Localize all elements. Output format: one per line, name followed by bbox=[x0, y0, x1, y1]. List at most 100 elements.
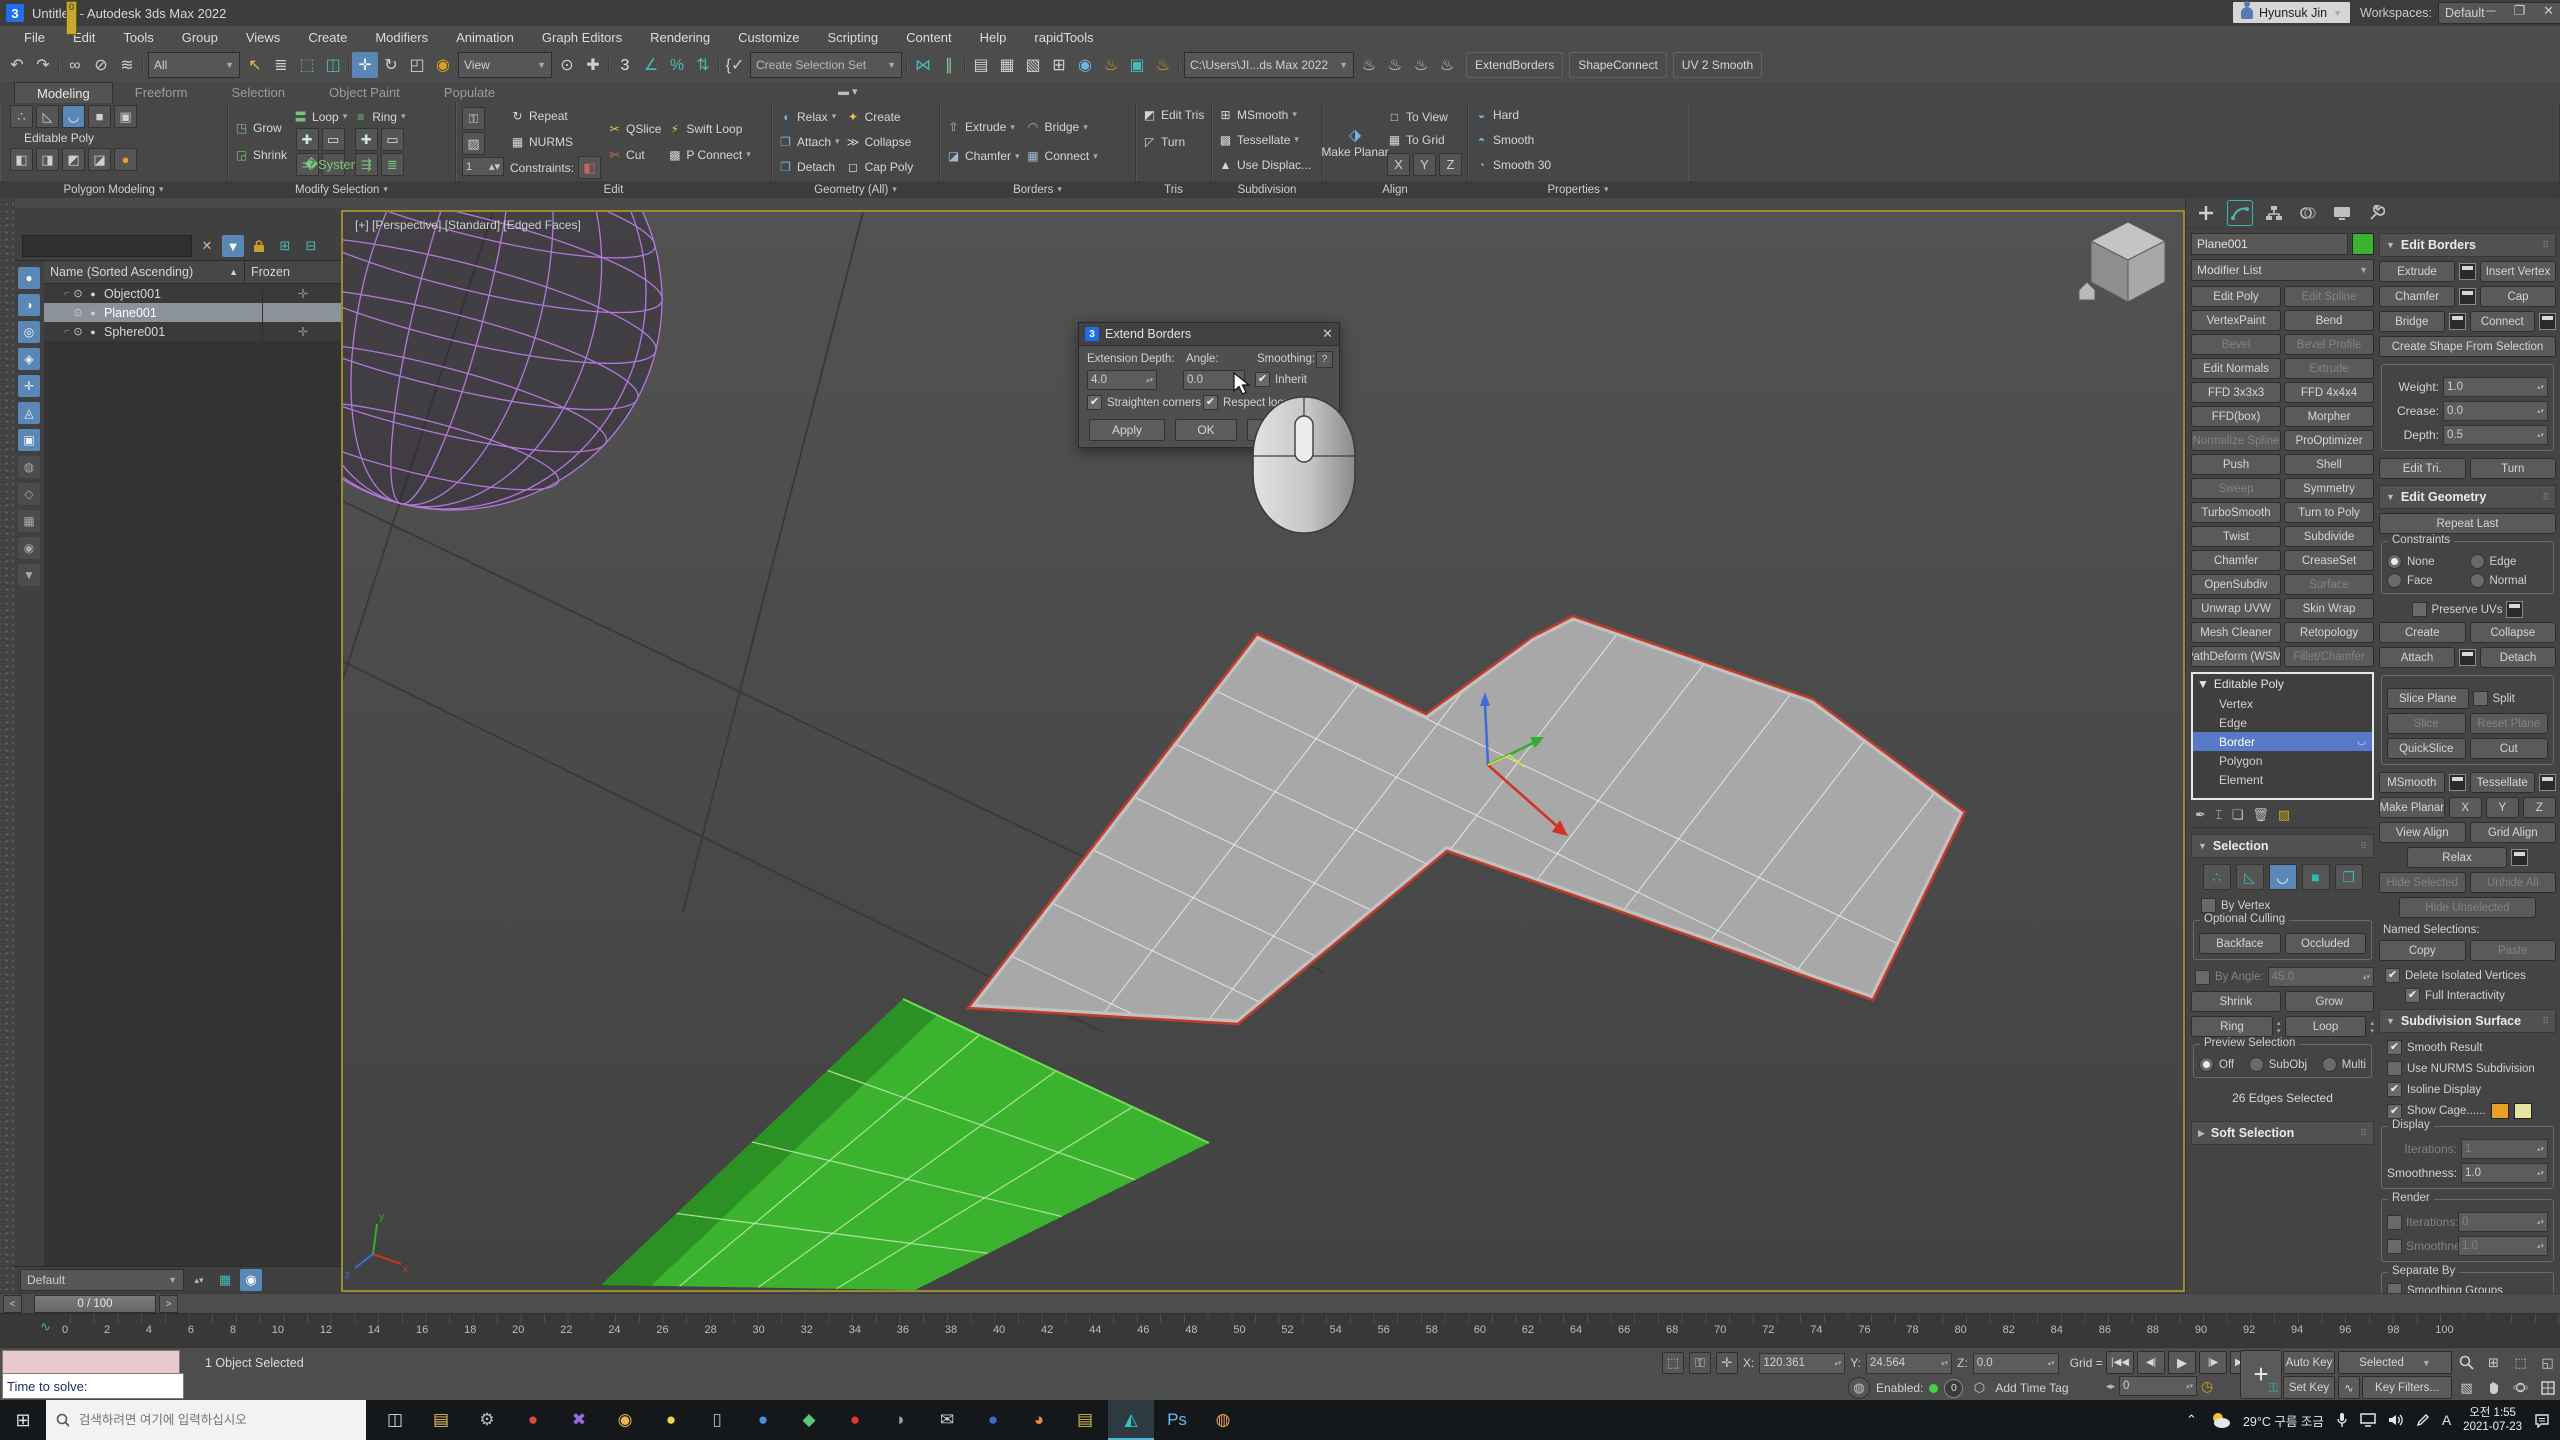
smooth-30-button[interactable]: ◔Smooth 30 bbox=[1474, 155, 1551, 174]
ribbon-tab-object-paint[interactable]: Object Paint bbox=[307, 82, 422, 102]
taskbar-icon-settings-app[interactable]: ⚙ bbox=[464, 1400, 510, 1440]
vertex-mode-icon[interactable]: ∴ bbox=[10, 105, 33, 128]
select-by-name-icon[interactable]: ≣ bbox=[268, 52, 294, 78]
maxscript-listener-tooltip[interactable]: Time to solve: bbox=[2, 1373, 184, 1399]
reset-plane-button[interactable]: Reset Plane bbox=[2470, 713, 2549, 734]
ribbon-tab-modeling[interactable]: Modeling bbox=[14, 82, 113, 103]
stack-item-border[interactable]: Border bbox=[2193, 732, 2372, 751]
viewport-label[interactable]: [+] [Perspective] [Standard] [Edged Face… bbox=[355, 218, 581, 232]
constraint-normal-radio[interactable]: Normal bbox=[2470, 573, 2549, 588]
modifier-edit-normals[interactable]: Edit Normals bbox=[2191, 358, 2281, 379]
extrude-settings-icon[interactable] bbox=[2459, 263, 2476, 280]
render-smoothness-spinner[interactable]: 1.0▴▾ bbox=[2458, 1236, 2548, 1256]
set-key-button[interactable]: Set Key bbox=[2283, 1376, 2335, 1399]
extrude-button[interactable]: ⇧Extrude▾ bbox=[946, 118, 1020, 137]
selection-region-icon[interactable]: ⬚ bbox=[1662, 1352, 1684, 1374]
shrink-button[interactable]: ◲Shrink bbox=[234, 146, 287, 165]
unhide-all-button[interactable]: Unhide All bbox=[2470, 872, 2557, 893]
modifier-ffd-3x3x3[interactable]: FFD 3x3x3 bbox=[2191, 382, 2281, 403]
crease-spinner[interactable]: 0.0▴▾ bbox=[2443, 401, 2548, 421]
microphone-icon[interactable] bbox=[2336, 1412, 2348, 1428]
select-move-icon[interactable]: ✛ bbox=[352, 52, 378, 78]
relax-settings-icon[interactable] bbox=[2511, 849, 2528, 866]
next-frame-button[interactable]: > bbox=[159, 1295, 178, 1313]
align-y-button[interactable]: Y bbox=[1413, 153, 1436, 176]
slice-plane-button[interactable]: Slice Plane bbox=[2387, 688, 2469, 709]
pm-icon-3[interactable]: ◩ bbox=[62, 148, 85, 171]
modifier-sweep[interactable]: Sweep bbox=[2191, 478, 2281, 499]
menu-file[interactable]: File bbox=[10, 26, 59, 48]
object001-green-plane[interactable] bbox=[601, 999, 1209, 1290]
previous-key-button[interactable]: ◀| bbox=[2137, 1351, 2165, 1374]
modifier-opensubdiv[interactable]: OpenSubdiv bbox=[2191, 574, 2281, 595]
modifier-creaseset[interactable]: CreaseSet bbox=[2284, 550, 2374, 571]
selection-lock-icon[interactable]: ⚿ bbox=[1689, 1352, 1711, 1374]
stack-item-edge[interactable]: Edge bbox=[2193, 713, 2372, 732]
turn-button[interactable]: Turn bbox=[2470, 458, 2557, 479]
render-smoothness-checkbox[interactable] bbox=[2387, 1239, 2402, 1254]
name-column-header[interactable]: Name (Sorted Ascending)▲ bbox=[44, 261, 245, 283]
extrude-button[interactable]: Extrude bbox=[2379, 261, 2455, 282]
bridge-button[interactable]: ◠Bridge▾ bbox=[1026, 118, 1098, 137]
filter-bones-icon[interactable]: ◇ bbox=[18, 483, 40, 505]
msmooth-button[interactable]: ⊞MSmooth▾ bbox=[1218, 105, 1297, 124]
modifier-bend[interactable]: Bend bbox=[2284, 310, 2374, 331]
modifier-mesh-cleaner[interactable]: Mesh Cleaner bbox=[2191, 622, 2281, 643]
bridge-settings-icon[interactable] bbox=[2449, 313, 2466, 330]
menu-rendering[interactable]: Rendering bbox=[636, 26, 724, 48]
ring-button[interactable]: Ring bbox=[2191, 1016, 2273, 1037]
pm-icon-2[interactable]: ◨ bbox=[36, 148, 59, 171]
polygon-subobject-icon[interactable]: ■ bbox=[2302, 864, 2330, 890]
taskbar-icon-photoshop[interactable]: Ps bbox=[1154, 1400, 1200, 1440]
extendborders-script-button[interactable]: ExtendBorders bbox=[1466, 52, 1563, 78]
frame-step-icon[interactable]: ◂▸ bbox=[2106, 1381, 2115, 1392]
shapeconnect-script-button[interactable]: ShapeConnect bbox=[1569, 52, 1666, 78]
hierarchy-tab[interactable] bbox=[2262, 201, 2286, 225]
menu-create[interactable]: Create bbox=[294, 26, 361, 48]
explorer-search-input[interactable] bbox=[22, 235, 192, 257]
start-button[interactable]: ⊞ bbox=[0, 1400, 46, 1440]
percent-snap-icon[interactable]: % bbox=[664, 53, 690, 79]
menu-views[interactable]: Views bbox=[232, 26, 294, 48]
uv2smooth-script-button[interactable]: UV 2 Smooth bbox=[1673, 52, 1762, 78]
project-folder-dropdown[interactable]: C:\Users\JI...ds Max 2022▼ bbox=[1184, 52, 1354, 78]
make-unique-icon[interactable]: ❏ bbox=[2232, 807, 2244, 823]
iterations-spinner[interactable]: 1▴▾ bbox=[2461, 1139, 2548, 1159]
attach-settings-icon[interactable] bbox=[2459, 649, 2476, 666]
edit-tri-button[interactable]: Edit Tri. bbox=[2379, 458, 2466, 479]
repeat-last-button[interactable]: Repeat Last bbox=[2379, 513, 2556, 534]
use-displacement-button[interactable]: ▲Use Displac... bbox=[1218, 155, 1311, 174]
stack-root-editable-poly[interactable]: ▼Editable Poly bbox=[2193, 674, 2372, 694]
zoom-extents-icon[interactable]: ⬚ bbox=[2508, 1351, 2533, 1374]
curve-editor-icon[interactable]: ▧ bbox=[1020, 52, 1046, 78]
ribbon-collapse-icon[interactable]: ▬ ▾ bbox=[838, 85, 858, 98]
render-iterative-icon[interactable]: ♨ bbox=[1408, 52, 1434, 78]
frozen-column-header[interactable]: Frozen bbox=[245, 261, 343, 283]
filter-geometry-icon[interactable]: ● bbox=[18, 267, 40, 289]
modifier-surface[interactable]: Surface bbox=[2284, 574, 2374, 595]
weather-text[interactable]: 29°C 구름 조금 bbox=[2243, 1411, 2324, 1430]
stack-item-element[interactable]: Element bbox=[2193, 770, 2372, 789]
select-object-icon[interactable]: ↖ bbox=[242, 52, 268, 78]
select-manipulate-icon[interactable]: ✚ bbox=[580, 52, 606, 78]
show-cage-checkbox[interactable]: ✔Show Cage...... bbox=[2387, 1103, 2556, 1119]
preserve-uvs-settings-icon[interactable] bbox=[2506, 601, 2523, 618]
filter-groups-icon[interactable]: ▣ bbox=[18, 429, 40, 451]
modifier-bevel-profile[interactable]: Bevel Profile bbox=[2284, 334, 2374, 355]
create-button[interactable]: ✦Create bbox=[846, 107, 914, 126]
modifier-unwrap-uvw[interactable]: Unwrap UVW bbox=[2191, 598, 2281, 619]
remove-modifier-icon[interactable]: 🗑 bbox=[2252, 807, 2269, 823]
constraints-icon[interactable]: ◧ bbox=[578, 156, 601, 179]
msmooth-settings-icon[interactable] bbox=[2449, 774, 2466, 791]
stack-item-vertex[interactable]: Vertex bbox=[2193, 694, 2372, 713]
modifier-push[interactable]: Push bbox=[2191, 454, 2281, 475]
undo-icon[interactable]: ↶ bbox=[4, 52, 30, 78]
by-angle-checkbox[interactable]: By Angle: bbox=[2195, 970, 2264, 985]
bind-to-spacewarp-icon[interactable]: ≋ bbox=[114, 52, 140, 78]
go-to-start-button[interactable]: |◀◀ bbox=[2106, 1351, 2134, 1374]
set-keys-button[interactable]: +⚿ bbox=[2240, 1350, 2282, 1399]
filter-lights-icon[interactable]: ◎ bbox=[18, 321, 40, 343]
planar-x-button[interactable]: X bbox=[2449, 797, 2482, 818]
clock[interactable]: 오전 1:55 2021-07-23 bbox=[2463, 1406, 2522, 1434]
loop-mode-icon[interactable]: �System bbox=[322, 153, 345, 176]
